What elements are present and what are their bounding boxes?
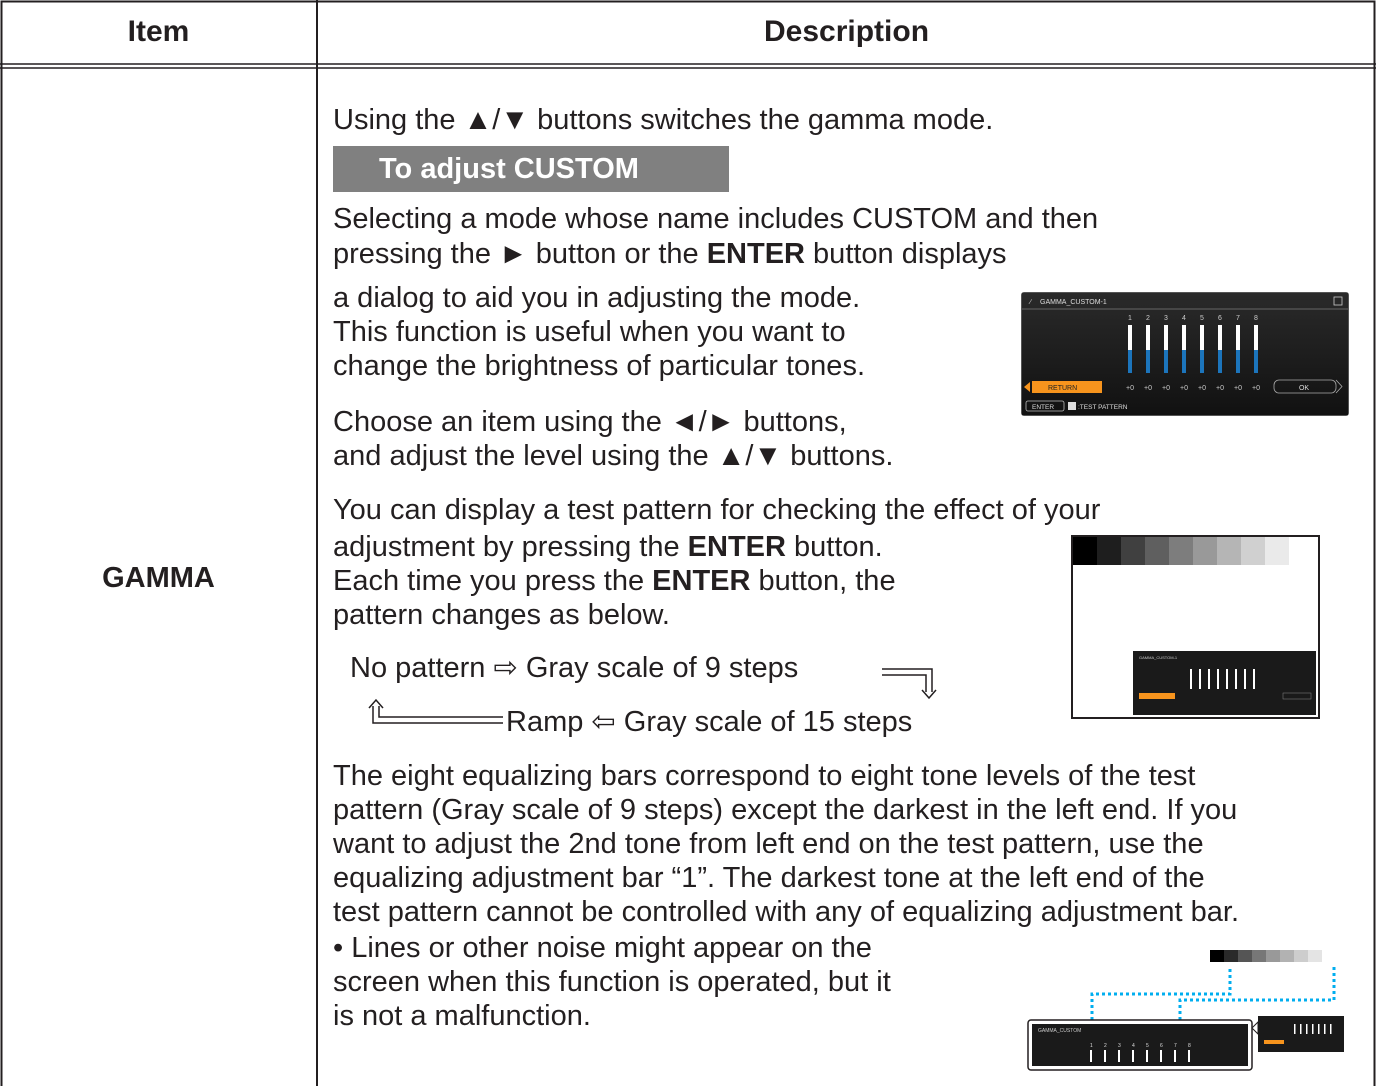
- svg-text:7: 7: [1174, 1043, 1177, 1049]
- text-line: pattern changes as below.: [333, 599, 670, 631]
- svg-text:+0: +0: [1234, 385, 1242, 392]
- svg-text:8: 8: [1254, 315, 1258, 322]
- text-line: You can display a test pattern for check…: [333, 494, 1101, 526]
- svg-text:5: 5: [1146, 1043, 1149, 1049]
- svg-text:4: 4: [1182, 315, 1186, 322]
- svg-text:1: 1: [1090, 1043, 1093, 1049]
- flow-arrow-up-icon: [368, 698, 503, 724]
- flow-line-1: No pattern ⇨ Gray scale of 9 steps: [350, 652, 799, 684]
- svg-text:7: 7: [1236, 315, 1240, 322]
- intro-text: Using the ▲/▼ buttons switches the gamma…: [333, 104, 994, 136]
- text-line: pattern (Gray scale of 9 steps) except t…: [333, 794, 1238, 826]
- svg-text:RETURN: RETURN: [1048, 385, 1077, 392]
- text-line: is not a malfunction.: [333, 1000, 591, 1032]
- text-line: adjustment by pressing the ENTER button.: [333, 531, 883, 563]
- svg-text:+0: +0: [1162, 385, 1170, 392]
- svg-text:ENTER: ENTER: [1032, 404, 1054, 411]
- function-table: Item Description GAMMA Using the ▲/▼ but…: [0, 0, 1376, 1086]
- svg-text:1: 1: [1128, 315, 1132, 322]
- flow-arrow-down-icon: [882, 668, 937, 700]
- column-header-item: Item: [127, 15, 190, 48]
- text-line: change the brightness of particular tone…: [333, 350, 865, 382]
- svg-text:GAMMA_CUSTOM: GAMMA_CUSTOM: [1038, 1028, 1081, 1034]
- svg-text:GAMMA_CUSTOM-1: GAMMA_CUSTOM-1: [1040, 299, 1107, 306]
- text-line: a dialog to aid you in adjusting the mod…: [333, 282, 861, 314]
- text-line: Choose an item using the ◄/► buttons,: [333, 406, 847, 438]
- svg-text:GAMMA_CUSTOM-1: GAMMA_CUSTOM-1: [1139, 655, 1178, 660]
- svg-text:4: 4: [1132, 1043, 1135, 1049]
- text-line: want to adjust the 2nd tone from left en…: [333, 828, 1204, 860]
- svg-text:+0: +0: [1252, 385, 1260, 392]
- test-pattern-image: GAMMA_CUSTOM-1: [1071, 535, 1320, 719]
- svg-text:5: 5: [1200, 315, 1204, 322]
- svg-text:2: 2: [1104, 1043, 1107, 1049]
- svg-text:+0: +0: [1144, 385, 1152, 392]
- svg-text:6: 6: [1160, 1043, 1163, 1049]
- column-header-description: Description: [763, 15, 930, 48]
- svg-text::TEST PATTERN: :TEST PATTERN: [1078, 404, 1128, 411]
- text-line: equalizing adjustment bar “1”. The darke…: [333, 862, 1205, 894]
- svg-text:6: 6: [1218, 315, 1222, 322]
- svg-text:OK: OK: [1299, 385, 1309, 392]
- item-gamma: GAMMA: [102, 562, 215, 594]
- text-line: • Lines or other noise might appear on t…: [333, 932, 872, 964]
- svg-text:2: 2: [1146, 315, 1150, 322]
- svg-text:3: 3: [1118, 1043, 1121, 1049]
- svg-text:+0: +0: [1126, 385, 1134, 392]
- svg-text:+0: +0: [1198, 385, 1206, 392]
- svg-text:+0: +0: [1180, 385, 1188, 392]
- text-line: pressing the ► button or the ENTER butto…: [333, 238, 1007, 270]
- svg-text:3: 3: [1164, 315, 1168, 322]
- flow-line-2: Ramp ⇦ Gray scale of 15 steps: [506, 706, 913, 738]
- gamma-custom-dialog-image: ∕ GAMMA_CUSTOM-1 1 +0 2 +0 3 +0 4 +0 5 +0 6 +0…: [1021, 292, 1349, 416]
- text-line: Each time you press the ENTER button, th…: [333, 565, 896, 597]
- svg-text:+0: +0: [1216, 385, 1224, 392]
- text-line: The eight equalizing bars correspond to …: [333, 760, 1196, 792]
- text-line: test pattern cannot be controlled with a…: [333, 896, 1240, 928]
- svg-text:8: 8: [1188, 1043, 1191, 1049]
- text-line: Selecting a mode whose name includes CUS…: [333, 203, 1099, 235]
- text-line: and adjust the level using the ▲/▼ butto…: [333, 440, 894, 472]
- equalizer-mapping-image: GAMMA_CUSTOM 1 2 3 4 5 6 7 8: [1020, 950, 1350, 1072]
- text-line: This function is useful when you want to: [333, 316, 846, 348]
- text-line: screen when this function is operated, b…: [333, 966, 891, 998]
- custom-heading: To adjust CUSTOM: [333, 146, 729, 192]
